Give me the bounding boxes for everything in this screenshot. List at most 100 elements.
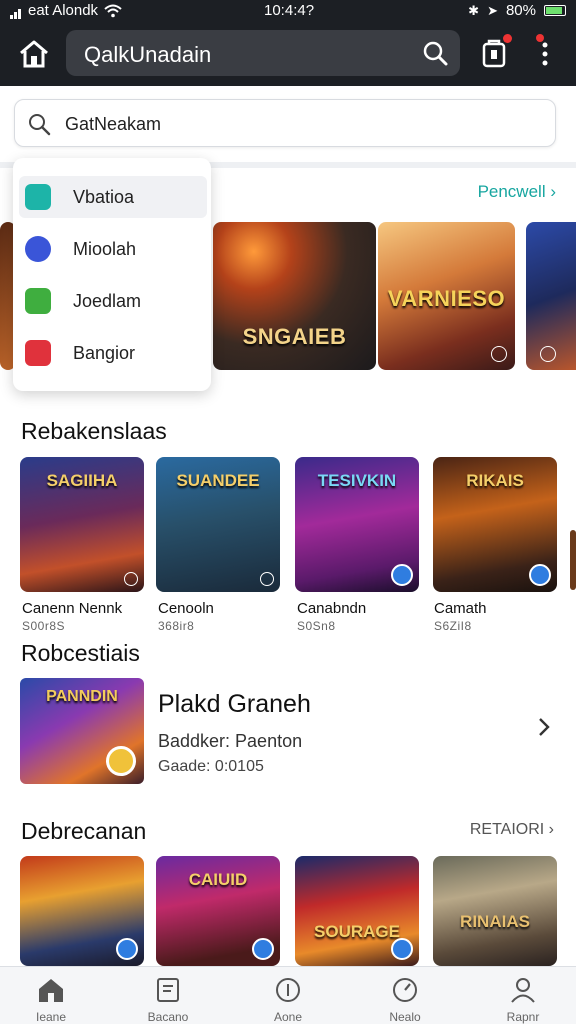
section-title: Rebakenslaas <box>21 418 167 444</box>
game-tile[interactable]: TESIVKIN <box>295 457 419 592</box>
info-icon <box>124 572 138 586</box>
featured-see-more-link[interactable]: Pencwell › <box>478 182 556 202</box>
person-icon <box>511 978 535 1003</box>
dropdown-item[interactable]: Vbatioa <box>19 176 207 218</box>
dropdown-item[interactable]: Mioolah <box>19 228 213 270</box>
nav-news[interactable]: Nealo <box>357 967 453 1024</box>
game-tile[interactable]: CAIUID <box>156 856 280 966</box>
dropdown-item-label: Joedlam <box>73 291 142 311</box>
signal-icon <box>10 2 22 19</box>
carrier-label: eat Alondk <box>28 2 99 19</box>
featured-card[interactable] <box>526 222 576 370</box>
game-name: Canenn Nennk <box>22 600 123 617</box>
see-all-label: RETAIORI <box>469 821 545 838</box>
game-tile[interactable]: SUANDEE <box>156 457 280 592</box>
check-icon <box>25 236 51 262</box>
game-art-title: PANNDIN <box>46 688 118 705</box>
download-icon[interactable] <box>252 938 274 960</box>
tools-icon <box>25 184 51 210</box>
nav-library[interactable]: Bacano <box>120 967 216 1024</box>
featured-card-title: SNGAIEB <box>242 324 347 349</box>
dropdown-item[interactable]: Joedlam <box>19 280 213 322</box>
nav-label: Ieane <box>35 1010 67 1024</box>
info-icon <box>260 572 274 586</box>
nav-label: Bacano <box>147 1010 189 1024</box>
clock: 10:4:4? <box>264 2 315 19</box>
badge-icon <box>106 746 136 776</box>
game-tile[interactable] <box>20 856 144 966</box>
game-art-title: SAGIIHA <box>46 471 118 490</box>
featured-card[interactable]: VARNIESO <box>378 222 515 370</box>
app-search-bar[interactable]: QalkUnadain <box>66 30 460 76</box>
game-art-title: SUANDEE <box>176 471 260 490</box>
game-title: Plakd Graneh <box>158 690 311 718</box>
location-icon: ➤ <box>487 2 498 18</box>
bluetooth-icon: ✱ <box>468 2 480 18</box>
game-meta: S00r8S <box>22 619 66 633</box>
game-thumbnail: PANNDIN <box>20 678 144 784</box>
notification-dot <box>503 34 512 43</box>
game-meta: 368ir8 <box>158 619 195 633</box>
gauge-icon <box>393 978 417 1002</box>
game-developer: Baddker: Paenton <box>158 731 303 751</box>
bottom-navigation: Ieane Bacano Aone Nealo Rapnr <box>0 966 576 1024</box>
section-title: Debrecanan <box>21 818 147 844</box>
featured-link-label: Pencwell <box>477 182 546 201</box>
game-tile[interactable]: SOURAGE <box>295 856 419 966</box>
game-tile[interactable]: SAGIIHA <box>20 457 144 592</box>
cart-button[interactable] <box>480 34 512 68</box>
game-tile[interactable]: RINAIAS <box>433 856 557 966</box>
search-text: GatNeakam <box>65 114 162 134</box>
game-name: Camath <box>434 600 487 617</box>
nav-label: Rapnr <box>506 1010 540 1024</box>
game-grade: Gaade: 0:0105 <box>158 758 264 775</box>
chevron-right-icon[interactable] <box>536 716 552 738</box>
game-tile[interactable]: RIKAIS <box>433 457 557 592</box>
game-meta: S0Sn8 <box>297 619 336 633</box>
featured-card[interactable]: SNGAIEB <box>213 222 376 370</box>
nav-add[interactable]: Aone <box>240 967 336 1024</box>
see-all-link[interactable]: RETAIORI › <box>470 821 554 839</box>
dropdown-item[interactable]: Bangior <box>19 332 213 374</box>
home-icon <box>39 979 63 1002</box>
app-title: QalkUnadain <box>84 42 212 67</box>
search-icon <box>29 114 51 136</box>
game-name: Canabndn <box>297 600 367 617</box>
wifi-icon <box>104 4 122 17</box>
nav-home[interactable]: Ieane <box>3 967 99 1024</box>
download-icon[interactable] <box>529 564 551 586</box>
info-icon <box>540 346 556 362</box>
battery-percent: 80% <box>505 2 536 19</box>
game-art-title: TESIVKIN <box>317 471 397 490</box>
dropdown-item-label: Vbatioa <box>73 187 135 207</box>
download-icon[interactable] <box>391 938 413 960</box>
featured-card-title: VARNIESO <box>387 286 506 311</box>
game-art-title: RINAIAS <box>460 912 530 931</box>
dropdown-item-label: Mioolah <box>73 239 137 259</box>
nav-label: Aone <box>273 1010 303 1024</box>
dropdown-item-label: Bangior <box>73 343 136 363</box>
document-icon <box>157 978 179 1002</box>
section-title: Robcestiais <box>21 640 140 666</box>
category-dropdown: Vbatioa Mioolah Joedlam Bangior <box>13 158 211 391</box>
status-bar: eat Alondk 10:4:4? ✱ ➤ 80% <box>0 0 576 22</box>
nav-profile[interactable]: Rapnr <box>475 967 571 1024</box>
game-meta: S6ZiI8 <box>434 619 472 633</box>
info-icon <box>491 346 507 362</box>
window-icon <box>25 340 51 366</box>
game-tile[interactable] <box>570 530 576 590</box>
nav-label: Nealo <box>389 1010 421 1024</box>
cart-icon <box>482 39 506 68</box>
chat-icon <box>25 288 51 314</box>
top-app-bar: QalkUnadain <box>0 22 576 86</box>
battery-icon <box>544 5 566 16</box>
search-input[interactable]: GatNeakam <box>14 99 556 147</box>
more-options-button[interactable] <box>536 34 552 70</box>
search-icon[interactable] <box>422 40 448 66</box>
game-art-title: CAIUID <box>188 870 248 889</box>
home-button[interactable] <box>16 36 52 72</box>
home-icon <box>20 40 48 68</box>
game-art-title: RIKAIS <box>466 471 524 490</box>
download-icon[interactable] <box>391 564 413 586</box>
download-icon[interactable] <box>116 938 138 960</box>
